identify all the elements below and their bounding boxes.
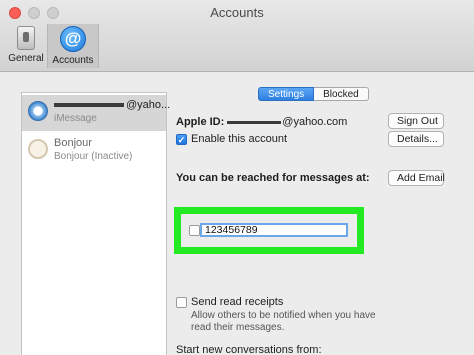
start-conversations-label: Start new conversations from:: [176, 344, 322, 355]
read-receipts-description: Allow others to be notified when you hav…: [191, 310, 376, 333]
account-name: @yaho...: [54, 99, 170, 111]
account-item-bonjour[interactable]: Bonjour Bonjour (Inactive): [22, 133, 166, 169]
account-item-imessage[interactable]: @yaho... iMessage: [22, 95, 170, 131]
settings-blocked-segmented-control: Settings Blocked: [258, 87, 369, 101]
toolbar-accounts-tab[interactable]: @ Accounts: [47, 24, 99, 68]
sign-out-button[interactable]: Sign Out: [388, 113, 444, 129]
phone-number-checkbox[interactable]: [189, 225, 200, 236]
details-button[interactable]: Details...: [388, 131, 444, 147]
tab-settings[interactable]: Settings: [258, 87, 315, 101]
apple-id-label: Apple ID:: [176, 116, 225, 128]
at-sign-icon: @: [60, 26, 86, 52]
redacted-text: [227, 120, 282, 124]
phone-number-field[interactable]: 123456789: [200, 223, 348, 237]
account-subtitle: Bonjour (Inactive): [54, 151, 133, 162]
switch-icon: [17, 26, 35, 50]
bonjour-icon: [28, 139, 48, 159]
enable-account-label: Enable this account: [191, 133, 288, 145]
send-read-receipts-checkbox[interactable]: [176, 297, 187, 308]
toolbar-accounts-label: Accounts: [52, 55, 94, 66]
toolbar-general-label: General: [8, 53, 44, 64]
imessage-icon: [28, 101, 48, 121]
enable-account-checkbox[interactable]: ✓: [176, 134, 187, 145]
apple-id-value: @yahoo.com: [282, 116, 348, 128]
account-subtitle: iMessage: [54, 113, 97, 124]
add-email-button[interactable]: Add Email: [388, 170, 445, 186]
redacted-text: [54, 103, 124, 108]
send-read-receipts-label: Send read receipts: [191, 296, 284, 308]
apple-id-row: Apple ID: @yahoo.com: [176, 116, 347, 128]
accounts-list: @yaho... iMessage Bonjour Bonjour (Inact…: [21, 92, 170, 355]
toolbar-general-tab[interactable]: General: [6, 24, 46, 68]
account-name: Bonjour: [54, 137, 92, 149]
reach-heading: You can be reached for messages at:: [176, 172, 370, 184]
toolbar: Accounts General @ Accounts: [0, 0, 474, 72]
accounts-window: Accounts General @ Accounts @yaho... iMe…: [0, 0, 474, 355]
tab-blocked[interactable]: Blocked: [314, 87, 369, 101]
window-title: Accounts: [210, 5, 264, 20]
